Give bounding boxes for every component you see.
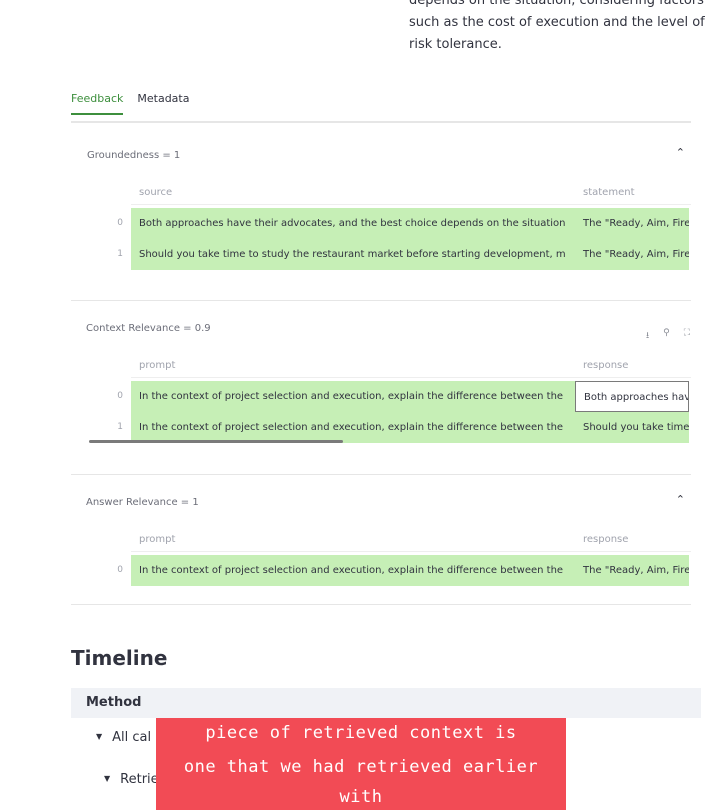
column-header-prompt[interactable]: prompt — [139, 529, 175, 551]
context-relevance-title: Context Relevance = 0.9 — [86, 323, 211, 334]
source-cell[interactable]: Should you take time to study the restau… — [131, 239, 575, 270]
table-toolbar: ⭳ ⚲ ⛶ — [646, 328, 690, 344]
feedback-tabs: Feedback Metadata — [71, 92, 189, 115]
column-header-statement[interactable]: statement — [583, 182, 634, 204]
tab-feedback[interactable]: Feedback — [71, 92, 124, 115]
source-cell[interactable]: Both approaches have their advocates, an… — [131, 208, 575, 239]
horizontal-scrollbar[interactable] — [89, 440, 343, 443]
response-line: risk tolerance. — [409, 37, 502, 52]
chevron-up-icon[interactable]: ⌃ — [676, 146, 685, 159]
column-header-response[interactable]: response — [583, 355, 628, 377]
divider — [71, 122, 691, 123]
column-header-prompt[interactable]: prompt — [139, 355, 175, 377]
answer-relevance-title[interactable]: Answer Relevance = 1 — [86, 497, 199, 508]
timeline-heading: Timeline — [71, 646, 168, 670]
response-cell[interactable]: The "Ready, Aim, Fire — [575, 555, 689, 586]
divider — [71, 604, 691, 605]
chevron-up-icon[interactable]: ⌃ — [676, 493, 685, 506]
statement-cell[interactable]: The "Ready, Aim, Fire — [575, 239, 689, 270]
response-line: such as the cost of execution and the le… — [409, 15, 705, 30]
tree-item-all-calls[interactable]: ▼ All cal — [96, 730, 151, 745]
caption-line: one that we had retrieved earlier with — [156, 752, 566, 810]
header-divider — [131, 551, 691, 552]
answer-relevance-table[interactable]: prompt response 0 In the context of proj… — [117, 529, 691, 589]
row-index: 1 — [117, 422, 123, 432]
row-index: 0 — [117, 218, 123, 228]
statement-cell[interactable]: The "Ready, Aim, Fire — [575, 208, 689, 239]
header-divider — [131, 377, 691, 378]
response-line: depends on the situation, considering fa… — [409, 0, 704, 8]
prompt-cell[interactable]: In the context of project selection and … — [131, 555, 575, 586]
prompt-cell[interactable]: In the context of project selection and … — [131, 412, 575, 443]
column-header-response[interactable]: response — [583, 529, 628, 551]
method-header: Method — [71, 688, 701, 718]
prompt-cell[interactable]: In the context of project selection and … — [131, 381, 575, 412]
response-cell-selected[interactable]: Both approaches hav — [575, 381, 689, 412]
groundedness-table[interactable]: source statement 0 Both approaches have … — [117, 182, 691, 272]
download-icon[interactable]: ⭳ — [646, 328, 649, 344]
groundedness-title[interactable]: Groundedness = 1 — [87, 150, 180, 161]
tree-label: All cal — [112, 730, 152, 745]
caret-down-icon[interactable]: ▼ — [96, 732, 102, 741]
row-index: 1 — [117, 249, 123, 259]
fullscreen-icon[interactable]: ⛶ — [684, 328, 690, 344]
caret-down-icon[interactable]: ▼ — [104, 774, 110, 783]
context-relevance-table[interactable]: prompt response 0 In the context of proj… — [117, 355, 691, 445]
response-text: depends on the situation, considering fa… — [409, 0, 709, 56]
response-cell[interactable]: Should you take time — [575, 412, 689, 443]
row-index: 0 — [117, 391, 123, 401]
column-header-source[interactable]: source — [139, 182, 172, 204]
divider — [71, 300, 691, 301]
header-divider — [131, 204, 691, 205]
row-index: 0 — [117, 565, 123, 575]
divider — [71, 474, 691, 475]
search-icon[interactable]: ⚲ — [663, 328, 670, 344]
tab-metadata[interactable]: Metadata — [137, 92, 189, 115]
subtitle-caption: one that we had retrieved earlier with — [156, 752, 566, 810]
